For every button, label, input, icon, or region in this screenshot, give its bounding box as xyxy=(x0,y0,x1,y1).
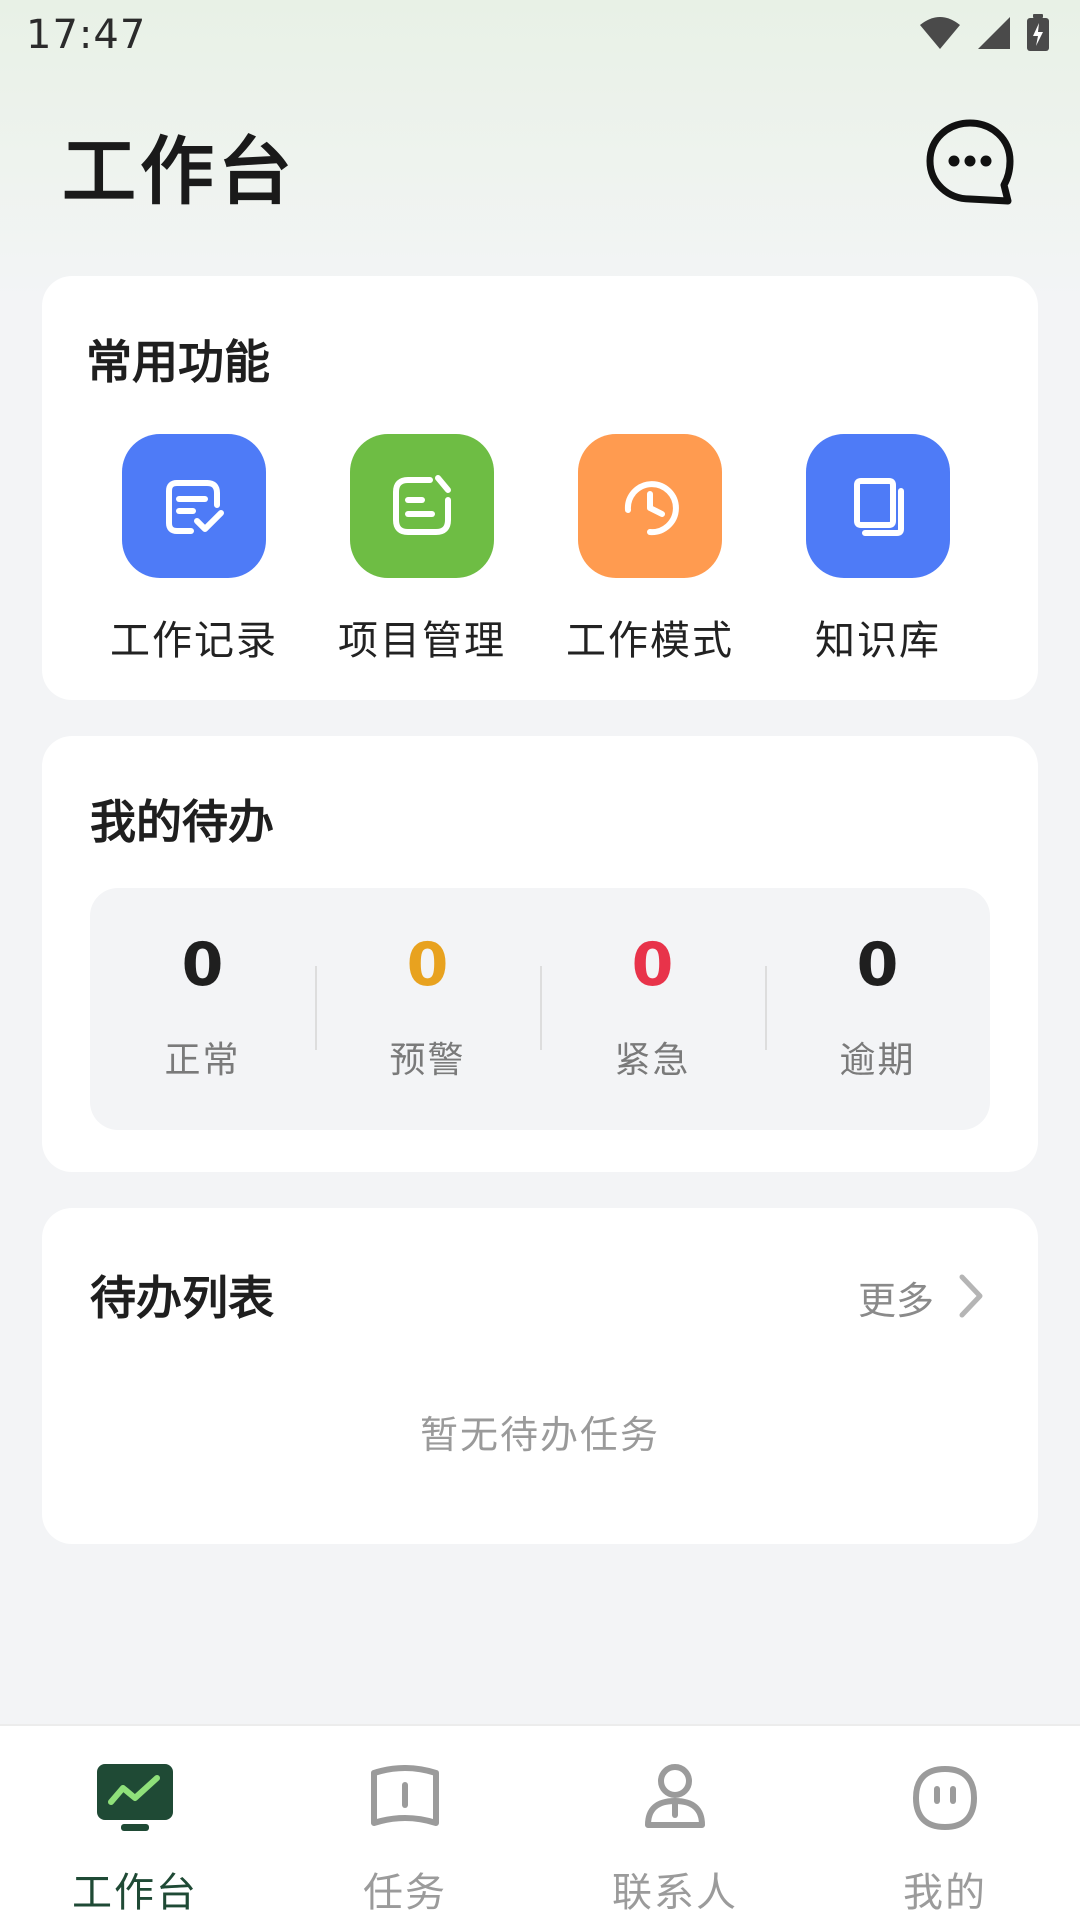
common-functions-card: 常用功能 工作记录 项目管理 工作模式 知识库 xyxy=(42,276,1038,700)
function-project-management[interactable]: 项目管理 xyxy=(308,434,536,666)
stat-value: 0 xyxy=(181,930,224,1000)
header: 工作台 xyxy=(62,110,1018,220)
stat-overdue[interactable]: 0 逾期 xyxy=(765,888,990,1130)
status-time: 17:47 xyxy=(26,12,147,58)
stat-urgent[interactable]: 0 紧急 xyxy=(540,888,765,1130)
battery-icon xyxy=(1026,14,1050,56)
workbench-screen: 17:47 工作台 常用功能 工作记录 项目管理 工作模式 知识库 我的待办 0… xyxy=(0,0,1080,1920)
function-label: 项目管理 xyxy=(338,618,506,664)
common-functions-title: 常用功能 xyxy=(86,335,270,389)
contact-person-icon xyxy=(635,1758,715,1838)
functions-grid: 工作记录 项目管理 工作模式 知识库 xyxy=(80,434,992,666)
todo-stats: 0 正常 0 预警 0 紧急 0 逾期 xyxy=(90,888,990,1130)
empty-state-text: 暂无待办任务 xyxy=(419,1413,660,1457)
more-link[interactable]: 更多 xyxy=(858,1270,984,1325)
bottom-nav: 工作台 任务 联系人 我的 xyxy=(0,1724,1080,1920)
nav-tab-contacts[interactable]: 联系人 xyxy=(540,1726,810,1920)
stat-normal[interactable]: 0 正常 xyxy=(90,888,315,1130)
dashboard-icon xyxy=(95,1758,175,1838)
nav-tab-workbench[interactable]: 工作台 xyxy=(0,1726,270,1920)
nav-label: 任务 xyxy=(363,1870,447,1916)
function-knowledge-base[interactable]: 知识库 xyxy=(764,434,992,666)
function-label: 工作记录 xyxy=(110,618,278,664)
stat-value: 0 xyxy=(856,930,899,1000)
stat-value: 0 xyxy=(631,930,674,1000)
function-work-record[interactable]: 工作记录 xyxy=(80,434,308,666)
status-bar: 17:47 xyxy=(0,0,1080,70)
my-todo-card: 我的待办 0 正常 0 预警 0 紧急 0 逾期 xyxy=(42,736,1038,1172)
function-label: 工作模式 xyxy=(566,618,734,664)
profile-face-icon xyxy=(905,1758,985,1838)
stat-label: 预警 xyxy=(389,1040,466,1081)
stat-value: 0 xyxy=(406,930,449,1000)
nav-label: 联系人 xyxy=(612,1870,738,1916)
chat-bubble-icon xyxy=(924,117,1016,213)
stat-label: 紧急 xyxy=(614,1040,691,1081)
stat-label: 逾期 xyxy=(839,1040,916,1081)
nav-tab-tasks[interactable]: 任务 xyxy=(270,1726,540,1920)
function-label: 知识库 xyxy=(815,618,941,664)
book-icon xyxy=(806,434,950,578)
todo-list-card: 待办列表 更多 暂无待办任务 xyxy=(42,1208,1038,1544)
function-work-mode[interactable]: 工作模式 xyxy=(536,434,764,666)
wifi-icon xyxy=(918,15,962,55)
page-title: 工作台 xyxy=(62,128,296,215)
record-check-icon xyxy=(122,434,266,578)
nav-label: 工作台 xyxy=(72,1870,198,1916)
todo-list-title: 待办列表 xyxy=(90,1271,274,1325)
signal-icon xyxy=(976,15,1012,55)
stat-warning[interactable]: 0 预警 xyxy=(315,888,540,1130)
status-icons xyxy=(918,14,1050,56)
nav-tab-profile[interactable]: 我的 xyxy=(810,1726,1080,1920)
stat-label: 正常 xyxy=(164,1040,241,1081)
nav-label: 我的 xyxy=(903,1870,987,1916)
more-label: 更多 xyxy=(857,1279,934,1323)
my-todo-title: 我的待办 xyxy=(90,795,274,849)
chevron-right-icon xyxy=(958,1273,984,1323)
chat-button[interactable] xyxy=(922,117,1018,213)
clock-icon xyxy=(578,434,722,578)
task-book-icon xyxy=(365,1758,445,1838)
project-note-icon xyxy=(350,434,494,578)
